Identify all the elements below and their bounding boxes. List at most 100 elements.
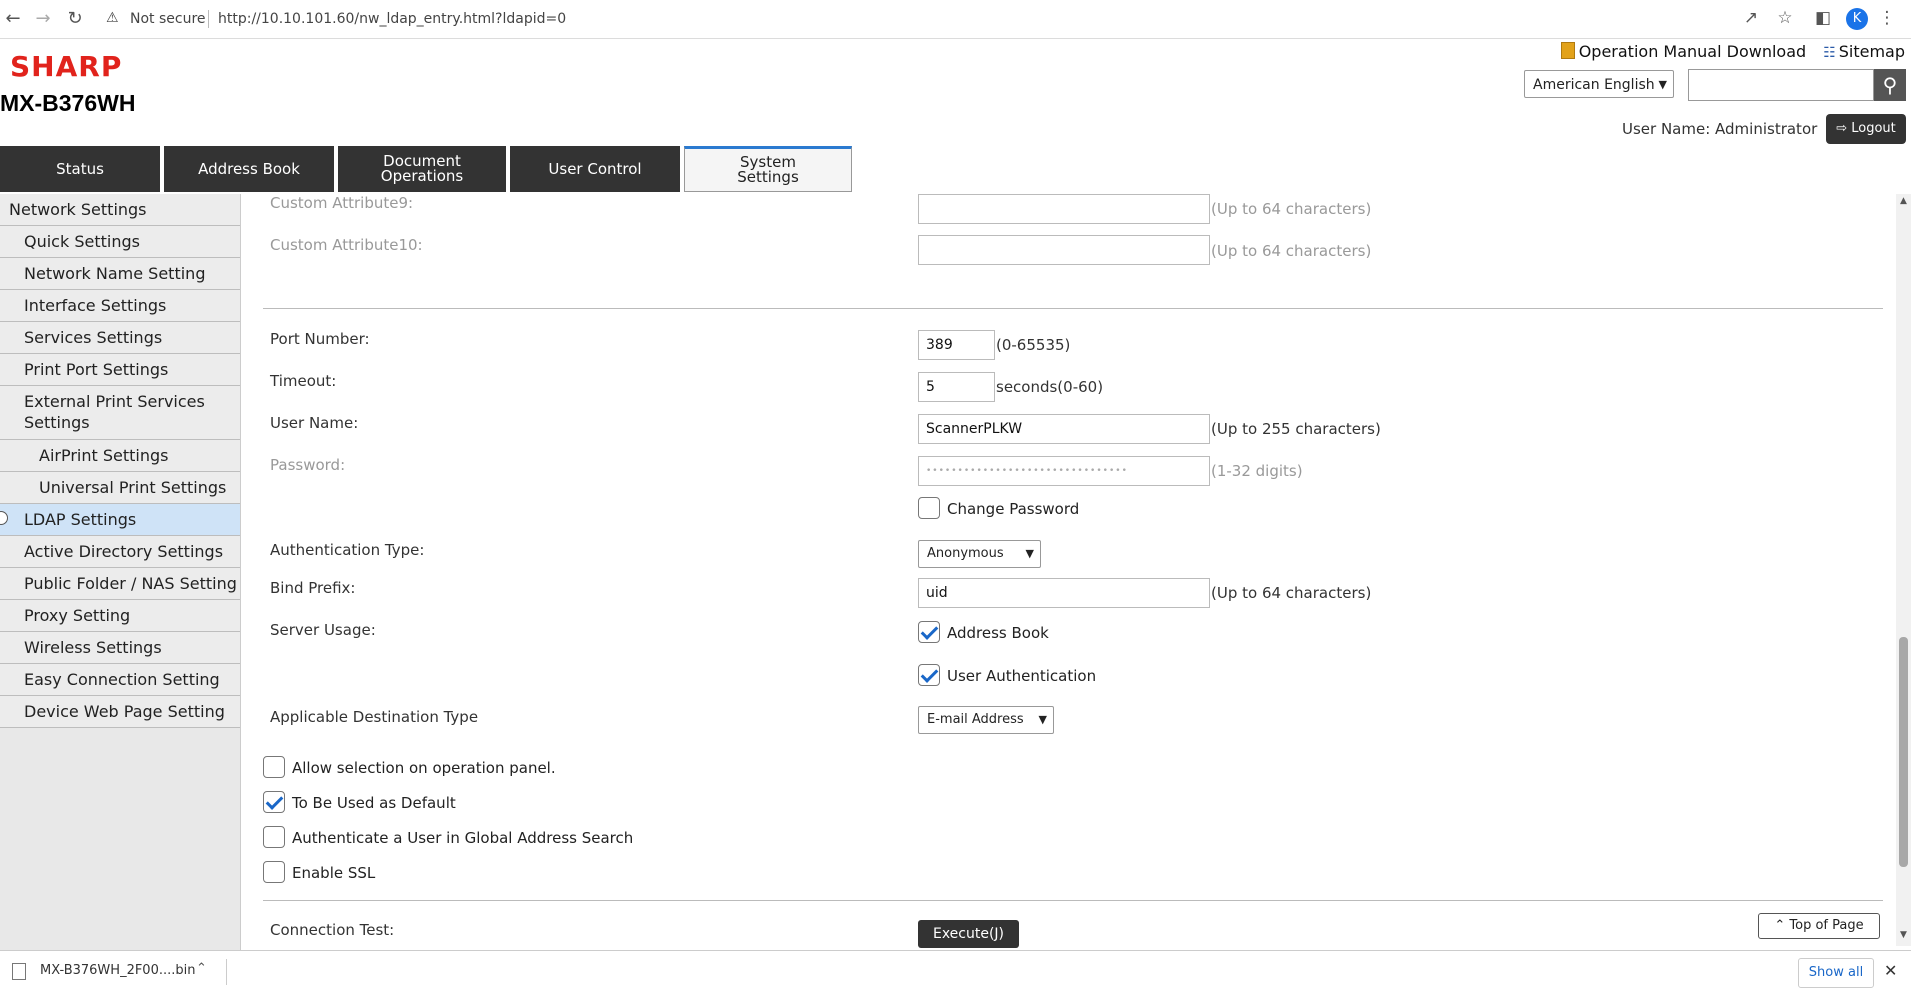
allow-selection-checkbox[interactable] (263, 756, 285, 778)
scroll-down-icon[interactable]: ▼ (1896, 930, 1911, 944)
change-password-label: Change Password (947, 500, 1080, 518)
sidebar-item-wireless[interactable]: Wireless Settings (0, 632, 240, 664)
logout-button[interactable]: ⇨ Logout (1826, 114, 1906, 144)
download-file-name[interactable]: MX-B376WH_2F00....bin (40, 963, 196, 978)
tab-user-control[interactable]: User Control (510, 146, 680, 192)
sidebar-item-quick-settings[interactable]: Quick Settings (0, 226, 240, 258)
brand-logo: SHARP (10, 50, 123, 83)
port-number-input[interactable]: 389 (918, 330, 995, 360)
timeout-label: Timeout: (270, 372, 337, 390)
destination-type-select[interactable]: E-mail Address ▼ (918, 706, 1054, 734)
sidebar-item-proxy[interactable]: Proxy Setting (0, 600, 240, 632)
back-icon[interactable]: ← (2, 8, 24, 30)
tab-status[interactable]: Status (0, 146, 160, 192)
user-authentication-label: User Authentication (947, 667, 1097, 685)
sidebar-item-easy-connection[interactable]: Easy Connection Setting (0, 664, 240, 696)
forward-icon[interactable]: → (32, 8, 54, 30)
change-password-checkbox[interactable] (918, 497, 940, 519)
section-divider (263, 308, 1883, 309)
password-input[interactable]: •••••••••••••••••••••••••••••••• (918, 456, 1210, 486)
close-icon[interactable]: ✕ (1884, 961, 1897, 980)
side-panel-icon[interactable]: ◧ (1812, 8, 1834, 28)
sidebar-item-external-print[interactable]: External Print Services Settings (0, 386, 240, 440)
chevron-down-icon: ▼ (1038, 713, 1047, 726)
sidebar-item-universal-print[interactable]: Universal Print Settings (0, 472, 240, 504)
show-all-button[interactable]: Show all (1798, 958, 1874, 988)
profile-avatar[interactable]: K (1846, 8, 1868, 30)
search-input[interactable] (1688, 69, 1874, 101)
port-number-label: Port Number: (270, 330, 370, 348)
port-number-hint: (0-65535) (996, 336, 1071, 354)
tab-system-settings[interactable]: System Settings (684, 146, 852, 192)
sitemap-icon: ☷ (1823, 45, 1836, 61)
sidebar-item-label: Proxy Setting (24, 606, 131, 625)
user-authentication-checkbox[interactable] (918, 664, 940, 686)
user-name-label: User Name: Administrator (1622, 120, 1818, 138)
custom-attribute10-input[interactable] (918, 235, 1210, 265)
custom-attribute9-label: Custom Attribute9: (270, 194, 414, 212)
file-icon (12, 963, 26, 980)
address-book-checkbox[interactable] (918, 621, 940, 643)
sidebar-item-print-port[interactable]: Print Port Settings (0, 354, 240, 386)
custom-attribute10-hint: (Up to 64 characters) (1211, 242, 1372, 260)
page-scrollbar[interactable]: ▲ ▼ (1896, 194, 1911, 946)
allow-selection-label: Allow selection on operation panel. (292, 759, 556, 777)
current-marker-icon (0, 511, 8, 525)
sidebar-item-label: Wireless Settings (24, 638, 162, 657)
url-text[interactable]: http://10.10.101.60/nw_ldap_entry.html?l… (218, 11, 566, 27)
bookmark-star-icon[interactable]: ☆ (1774, 8, 1796, 28)
sidebar-item-label: Network Settings (9, 200, 147, 219)
authenticate-global-search-label: Authenticate a User in Global Address Se… (292, 829, 634, 847)
password-label: Password: (270, 456, 346, 474)
sidebar-item-ldap[interactable]: LDAP Settings (0, 504, 240, 536)
tab-document-operations[interactable]: Document Operations (338, 146, 506, 192)
sidebar-item-label: External Print Services Settings (24, 392, 205, 432)
top-of-page-label: Top of Page (1789, 918, 1864, 933)
sidebar-item-label: Quick Settings (24, 232, 140, 251)
timeout-input[interactable]: 5 (918, 372, 995, 402)
address-book-label: Address Book (947, 624, 1049, 642)
server-usage-label: Server Usage: (270, 621, 376, 639)
custom-attribute9-input[interactable] (918, 194, 1210, 224)
sidebar-item-network-settings[interactable]: Network Settings (0, 194, 240, 226)
user-name-label: User Name: (270, 414, 359, 432)
chevron-up-icon[interactable]: ⌃ (196, 961, 207, 976)
share-icon[interactable]: ↗ (1740, 8, 1762, 28)
tab-address-book[interactable]: Address Book (164, 146, 334, 192)
default-checkbox[interactable] (263, 791, 285, 813)
section-divider (263, 900, 1883, 901)
sidebar-item-network-name[interactable]: Network Name Setting (0, 258, 240, 290)
chevron-up-icon: ⌃ (1774, 918, 1786, 933)
top-of-page-button[interactable]: ⌃ Top of Page (1758, 913, 1880, 939)
search-icon[interactable]: ⚲ (1874, 69, 1906, 101)
scroll-thumb[interactable] (1899, 637, 1908, 867)
execute-button[interactable]: Execute(J) (918, 920, 1019, 948)
address-bar[interactable]: ⚠ Not secure http://10.10.101.60/nw_ldap… (96, 3, 1796, 35)
authenticate-global-search-checkbox[interactable] (263, 826, 285, 848)
browser-toolbar: ← → ↻ ⚠ Not secure http://10.10.101.60/n… (0, 0, 1911, 39)
sidebar-item-interface[interactable]: Interface Settings (0, 290, 240, 322)
authentication-type-select[interactable]: Anonymous ▼ (918, 540, 1041, 568)
custom-attribute10-label: Custom Attribute10: (270, 236, 423, 254)
sidebar-item-airprint[interactable]: AirPrint Settings (0, 440, 240, 472)
enable-ssl-checkbox[interactable] (263, 861, 285, 883)
warning-icon: ⚠ (106, 10, 119, 26)
sitemap-link[interactable]: ☷ Sitemap (1823, 42, 1905, 61)
scroll-up-icon[interactable]: ▲ (1896, 196, 1911, 210)
language-select[interactable]: American English ▼ (1524, 70, 1674, 98)
operation-manual-link[interactable]: Operation Manual Download (1560, 42, 1806, 61)
reload-icon[interactable]: ↻ (64, 8, 86, 30)
sidebar-item-public-folder[interactable]: Public Folder / NAS Setting (0, 568, 240, 600)
sidebar-item-services[interactable]: Services Settings (0, 322, 240, 354)
custom-attribute9-hint: (Up to 64 characters) (1211, 200, 1372, 218)
menu-kebab-icon[interactable]: ⋮ (1876, 8, 1898, 28)
main-tabs: Status Address Book Document Operations … (0, 146, 1911, 192)
tab-label: Document Operations (380, 152, 464, 185)
divider (226, 959, 227, 985)
sidebar-item-active-directory[interactable]: Active Directory Settings (0, 536, 240, 568)
sidebar-item-device-web-page[interactable]: Device Web Page Setting (0, 696, 240, 728)
bind-prefix-input[interactable]: uid (918, 578, 1210, 608)
bind-prefix-hint: (Up to 64 characters) (1211, 584, 1372, 602)
user-name-input[interactable]: ScannerPLKW (918, 414, 1210, 444)
tab-label: Status (56, 159, 104, 178)
